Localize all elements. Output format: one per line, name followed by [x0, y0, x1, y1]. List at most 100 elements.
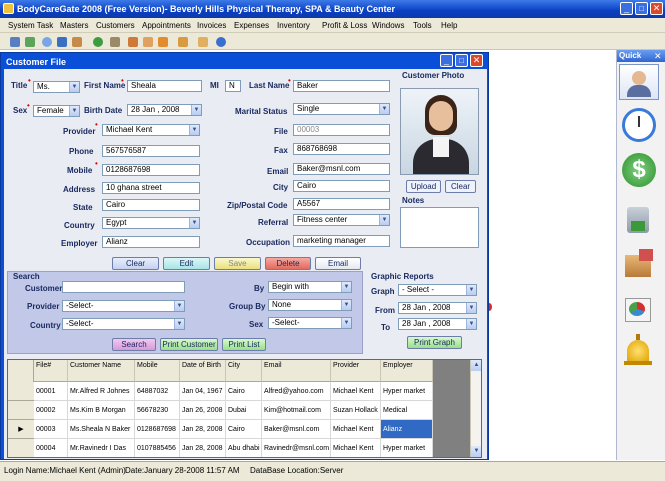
grid-cell-date-of-birth[interactable]: Jan 04, 1967	[180, 382, 226, 401]
grid-cell-provider[interactable]: Michael Kent	[331, 420, 381, 439]
grid-cell-customer-name[interactable]: Ms.Kim B Morgan	[68, 401, 135, 420]
grid-cell-file[interactable]: 00004	[34, 439, 68, 457]
maximize-button[interactable]: □	[635, 2, 648, 15]
grid-cell-file[interactable]: 00002	[34, 401, 68, 420]
grid-vertical-scrollbar[interactable]: ▲ ▼	[470, 360, 481, 457]
edit-button[interactable]: Edit	[163, 257, 210, 270]
grid-header-date-of-birth[interactable]: Date of Birth	[180, 360, 226, 382]
search-by-select[interactable]: Begin with ▼	[268, 281, 352, 293]
customer-file-minimize-button[interactable]: _	[440, 54, 453, 67]
menu-appointments[interactable]: Appointments	[142, 20, 191, 32]
grid-cell-provider[interactable]: Michael Kent	[331, 382, 381, 401]
occupation-input[interactable]: marketing manager	[293, 235, 390, 247]
grid-header-email[interactable]: Email	[262, 360, 331, 382]
grid-cell-city[interactable]: Cairo	[226, 382, 262, 401]
toolbar-tool-icon[interactable]	[110, 37, 120, 47]
search-country-select[interactable]: -Select- ▼	[62, 318, 185, 330]
grid-cell-city[interactable]: Dubai	[226, 401, 262, 420]
chevron-down-icon[interactable]: ▼	[379, 215, 389, 225]
quick-register-icon[interactable]	[619, 203, 659, 239]
email-input[interactable]: Baker@msnl.com	[293, 163, 390, 175]
grid-row-selector[interactable]	[8, 439, 34, 457]
grid-cell-customer-name[interactable]: Ms.Sheala N Baker	[68, 420, 135, 439]
toolbar-dollar-icon[interactable]	[93, 37, 103, 47]
grid-cell-customer-name[interactable]: Mr.Ravinedr I Das	[68, 439, 135, 457]
grid-header-customer-name[interactable]: Customer Name	[68, 360, 135, 382]
chevron-down-icon[interactable]: ▼	[341, 300, 351, 310]
chevron-down-icon[interactable]: ▼	[466, 319, 476, 329]
chevron-down-icon[interactable]: ▼	[174, 319, 184, 329]
delete-button[interactable]: Delete	[265, 257, 311, 270]
chevron-down-icon[interactable]: ▼	[466, 303, 476, 313]
phone-input[interactable]: 567576587	[102, 145, 200, 157]
file-number-input[interactable]: 00003	[293, 124, 390, 136]
chevron-down-icon[interactable]: ▼	[69, 82, 79, 92]
scroll-up-icon[interactable]: ▲	[471, 360, 481, 371]
state-input[interactable]: Cairo	[102, 199, 200, 211]
save-button[interactable]: Save	[214, 257, 261, 270]
menu-help[interactable]: Help	[441, 20, 457, 32]
grid-cell-mobile[interactable]: 64887032	[135, 382, 180, 401]
birth-date-picker[interactable]: 28 Jan , 2008 ▼	[127, 104, 202, 116]
toolbar-chart-icon[interactable]	[128, 37, 138, 47]
toolbar-arrow-icon[interactable]	[25, 37, 35, 47]
sex-select[interactable]: Female ▼	[33, 105, 80, 117]
employer-input[interactable]: Alianz	[102, 236, 200, 248]
customer-file-close-button[interactable]: ✕	[470, 54, 483, 67]
grid-cell-email[interactable]: Baker@msnl.com	[262, 420, 331, 439]
grid-cell-employer[interactable]: Hyper market	[381, 382, 433, 401]
country-select[interactable]: Egypt ▼	[102, 217, 200, 229]
grid-row-selector[interactable]: ▶	[8, 420, 34, 439]
close-button[interactable]: ✕	[650, 2, 663, 15]
upload-photo-button[interactable]: Upload	[406, 180, 441, 193]
grid-row-selector[interactable]	[8, 401, 34, 420]
print-customer-button[interactable]: Print Customer	[160, 338, 218, 351]
provider-select[interactable]: Michael Kent ▼	[102, 124, 200, 136]
quick-close-icon[interactable]: ✕	[654, 51, 662, 61]
grid-cell-provider[interactable]: Suzan Hollack	[331, 401, 381, 420]
grid-cell-employer[interactable]: Hyper market	[381, 439, 433, 457]
grid-cell-date-of-birth[interactable]: Jan 28, 2008	[180, 420, 226, 439]
menu-system-task[interactable]: System Task	[8, 20, 53, 32]
menu-tools[interactable]: Tools	[413, 20, 432, 32]
quick-dollar-icon[interactable]: $	[619, 153, 659, 189]
grid-cell-mobile[interactable]: 56678230	[135, 401, 180, 420]
grid-row-selector[interactable]	[8, 382, 34, 401]
toolbar-settings-icon[interactable]	[198, 37, 208, 47]
grid-header-employer[interactable]: Employer	[381, 360, 433, 382]
search-customer-input[interactable]	[62, 281, 185, 293]
grid-header-provider[interactable]: Provider	[331, 360, 381, 382]
title-select[interactable]: Ms. ▼	[33, 81, 80, 93]
print-graph-button[interactable]: Print Graph	[407, 336, 462, 349]
clear-photo-button[interactable]: Clear	[445, 180, 476, 193]
grid-cell-email[interactable]: Ravinedr@msnl.com	[262, 439, 331, 457]
quick-clock-icon[interactable]	[619, 108, 659, 144]
grid-cell-city[interactable]: Abu dhabi	[226, 439, 262, 457]
first-name-input[interactable]: Sheala	[127, 80, 202, 92]
search-button[interactable]: Search	[112, 338, 156, 351]
notes-textarea[interactable]	[400, 207, 479, 248]
search-group-by-select[interactable]: None ▼	[268, 299, 352, 311]
toolbar-clock-icon[interactable]	[42, 37, 52, 47]
toolbar-users-icon[interactable]	[72, 37, 82, 47]
quick-customers-icon[interactable]	[619, 64, 659, 100]
graph-from-picker[interactable]: 28 Jan , 2008 ▼	[398, 302, 477, 314]
grid-cell-mobile[interactable]: 0107885456	[135, 439, 180, 457]
search-provider-select[interactable]: -Select- ▼	[62, 300, 185, 312]
last-name-input[interactable]: Baker	[293, 80, 390, 92]
grid-header-file[interactable]: File#	[34, 360, 68, 382]
mi-input[interactable]: N	[225, 80, 241, 92]
mobile-input[interactable]: 0128687698	[102, 164, 200, 176]
graph-select[interactable]: - Select - ▼	[398, 284, 477, 296]
address-input[interactable]: 10 ghana street	[102, 182, 200, 194]
menu-customers[interactable]: Customers	[96, 20, 135, 32]
toolbar-box-icon[interactable]	[143, 37, 153, 47]
toolbar-cart-icon[interactable]	[158, 37, 168, 47]
customer-file-maximize-button[interactable]: □	[455, 54, 468, 67]
referral-select[interactable]: Fitness center ▼	[293, 214, 390, 226]
print-list-button[interactable]: Print List	[222, 338, 266, 351]
grid-cell-date-of-birth[interactable]: Jan 26, 2008	[180, 401, 226, 420]
chevron-down-icon[interactable]: ▼	[379, 104, 389, 114]
grid-cell-employer[interactable]: Medical	[381, 401, 433, 420]
chevron-down-icon[interactable]: ▼	[189, 125, 199, 135]
